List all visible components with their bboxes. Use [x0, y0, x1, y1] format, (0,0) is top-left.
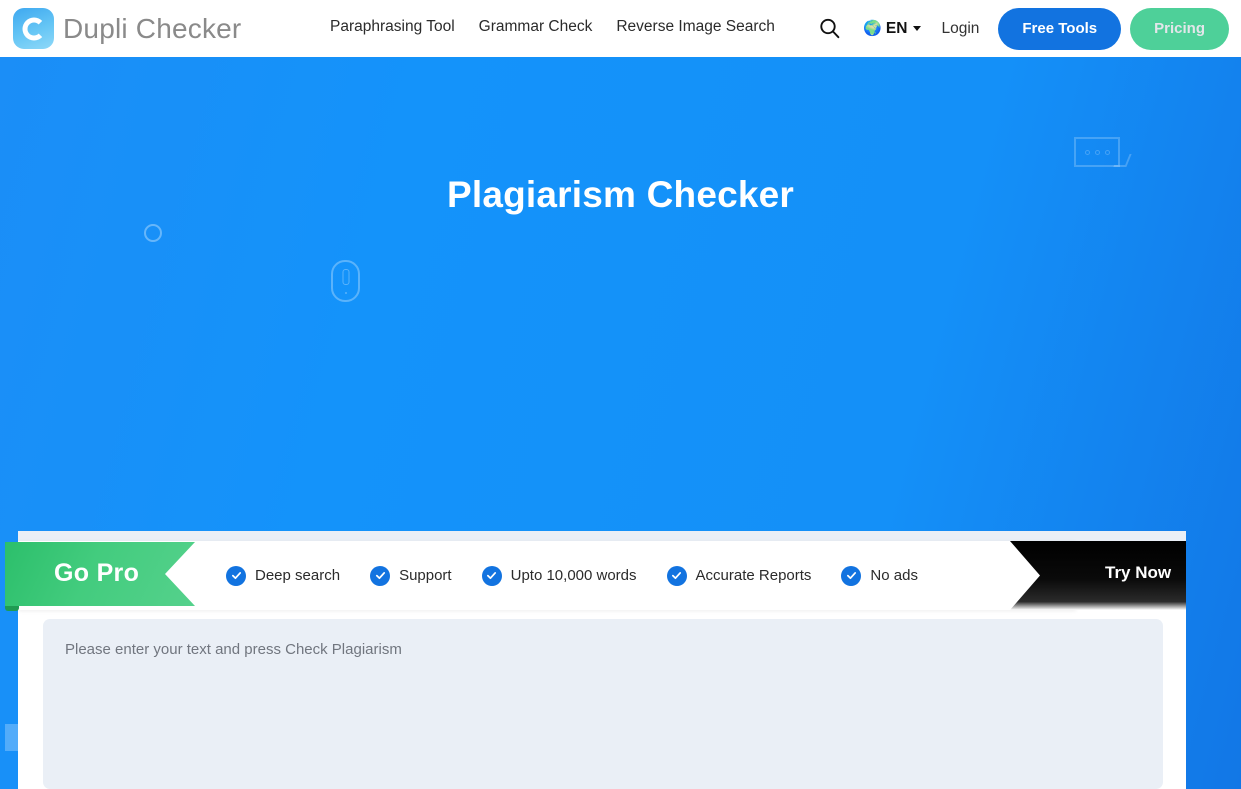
- check-circle-icon: [226, 565, 246, 586]
- feature-label: Support: [399, 567, 452, 584]
- site-header: Dupli Checker Paraphrasing Tool Grammar …: [0, 0, 1241, 57]
- list-item: Upto 10,000 words: [481, 565, 637, 586]
- chat-dot-icon: [1094, 149, 1100, 155]
- pro-feature-list: Deep search Support Upto 10,000 words Ac…: [226, 541, 918, 610]
- tool-card: Try Now Go Pro Deep search Support Upto …: [5, 531, 1186, 789]
- logo[interactable]: Dupli Checker: [13, 8, 241, 49]
- dupli-checker-logo-icon: [13, 8, 54, 49]
- check-circle-icon: [666, 565, 687, 586]
- circle-outline-icon: [144, 224, 162, 242]
- list-item: No ads: [841, 565, 918, 586]
- language-selector[interactable]: 🌍 EN: [863, 19, 922, 38]
- chat-dot-icon: [1084, 149, 1090, 155]
- go-pro-label[interactable]: Go Pro: [54, 559, 139, 588]
- chevron-down-icon: [913, 26, 922, 31]
- search-button[interactable]: [811, 11, 847, 47]
- list-item: Accurate Reports: [666, 565, 812, 586]
- check-circle-icon: [481, 565, 502, 586]
- login-link[interactable]: Login: [941, 20, 979, 38]
- pricing-button[interactable]: Pricing: [1130, 7, 1229, 50]
- plagiarism-text-input[interactable]: [43, 619, 1163, 789]
- header-actions: 🌍 EN Login Free Tools Pricing: [811, 0, 1233, 57]
- search-icon: [820, 18, 840, 39]
- mouse-icon: [331, 260, 360, 302]
- page-title: Plagiarism Checker: [446, 174, 795, 215]
- list-item: Support: [370, 565, 452, 586]
- list-item: Deep search: [226, 565, 341, 586]
- chat-dot-icon: [1104, 149, 1110, 155]
- language-code: EN: [885, 19, 908, 37]
- nav-item-grammar-check[interactable]: Grammar Check: [479, 18, 593, 36]
- feature-label: Accurate Reports: [695, 567, 812, 584]
- feature-label: Deep search: [255, 567, 341, 584]
- feature-label: No ads: [870, 567, 918, 584]
- check-circle-icon: [370, 565, 391, 586]
- check-circle-icon: [841, 565, 862, 586]
- chat-bubble-icon: [1074, 137, 1120, 167]
- primary-nav: Paraphrasing Tool Grammar Check Reverse …: [330, 18, 775, 36]
- feature-label: Upto 10,000 words: [510, 567, 637, 584]
- logo-text: Dupli Checker: [63, 12, 242, 44]
- logo-ring-shape: [22, 17, 45, 40]
- free-tools-button[interactable]: Free Tools: [998, 7, 1122, 50]
- nav-item-paraphrasing-tool[interactable]: Paraphrasing Tool: [330, 18, 455, 36]
- go-pro-banner: Try Now Go Pro Deep search Support Upto …: [5, 541, 1186, 611]
- try-now-label[interactable]: Try Now: [1105, 563, 1241, 583]
- globe-icon: 🌍: [863, 20, 882, 37]
- nav-item-reverse-image-search[interactable]: Reverse Image Search: [616, 18, 775, 36]
